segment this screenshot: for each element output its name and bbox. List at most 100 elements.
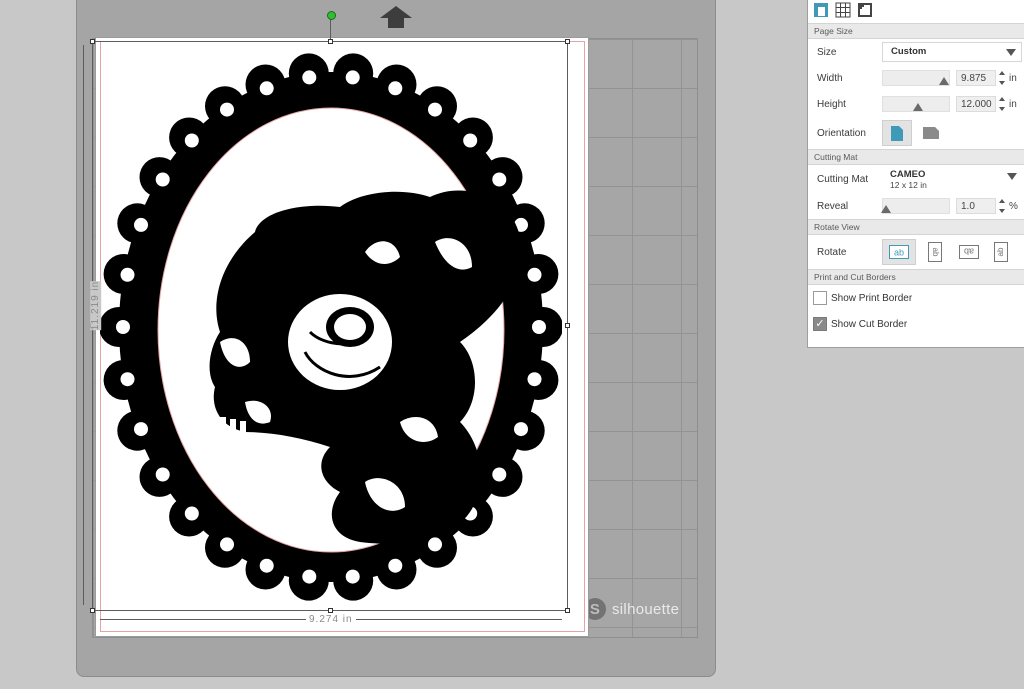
frame-scallop-hole — [220, 102, 234, 117]
width-row: Width 9.875 in — [808, 65, 1024, 91]
size-label: Size — [817, 46, 837, 58]
page-setup-panel: Page Size Size Custom Width 9.875 in Hei… — [807, 0, 1024, 348]
reveal-input[interactable]: 1.0 — [956, 198, 996, 214]
cutting-mat-label: Cutting Mat — [817, 173, 869, 185]
rose — [288, 294, 392, 390]
frame-scallop-hole — [184, 506, 199, 521]
width-dimension-label: 9.274 in — [306, 614, 356, 625]
show-cut-border-checkbox[interactable]: ✓ — [813, 317, 827, 331]
portrait-orientation-button[interactable] — [882, 120, 912, 146]
frame-scallop-hole — [184, 133, 199, 148]
landscape-orientation-button[interactable] — [916, 120, 946, 146]
grid-tab[interactable] — [834, 1, 852, 19]
frame-scallop-hole — [220, 537, 234, 552]
show-cut-border-label[interactable]: Show Cut Border — [831, 319, 907, 330]
rotate-180-icon: ab — [959, 245, 979, 259]
frame-scallop-hole — [259, 81, 274, 96]
reveal-unit: % — [1009, 200, 1018, 212]
resize-handle-top[interactable] — [328, 39, 333, 44]
width-unit: in — [1009, 72, 1017, 84]
skull-cameo-artwork[interactable] — [100, 42, 562, 608]
mat-brand-text: silhouette — [612, 600, 680, 618]
landscape-page-icon — [923, 127, 939, 139]
frame-scallop-hole — [345, 569, 360, 584]
reveal-slider[interactable] — [881, 198, 950, 214]
show-print-border-checkbox[interactable] — [813, 291, 827, 305]
size-select[interactable]: Custom — [882, 42, 1022, 62]
frame-scallop-hole — [116, 320, 130, 334]
frame-scallop-hole — [492, 172, 507, 187]
svg-text:ab: ab — [996, 247, 1005, 256]
svg-text:ab: ab — [931, 248, 940, 257]
width-stepper[interactable] — [999, 71, 1006, 85]
cutting-mat-value: CAMEO — [890, 169, 926, 180]
frame-scallop-hole — [492, 467, 507, 482]
show-print-border-label[interactable]: Show Print Border — [831, 293, 912, 304]
height-row: Height 12.000 in — [808, 91, 1024, 117]
rotate-view-section-title: Rotate View — [808, 219, 1024, 235]
frame-scallop-hole — [155, 172, 170, 187]
height-slider-knob[interactable] — [913, 103, 923, 111]
rotate-90-button[interactable]: ab — [920, 239, 950, 265]
size-row: Size Custom — [808, 39, 1024, 65]
frame-scallop-hole — [428, 537, 442, 552]
portrait-page-icon — [891, 125, 903, 141]
frame-scallop-hole — [345, 70, 360, 85]
frame-scallop-hole — [428, 102, 442, 117]
frame-scallop-hole — [527, 372, 542, 387]
size-select-value: Custom — [891, 46, 927, 57]
registration-marks-icon — [858, 3, 872, 17]
rotate-270-icon: ab — [994, 242, 1008, 262]
frame-scallop-hole — [120, 372, 135, 387]
resize-handle-bottom-right[interactable] — [565, 608, 570, 613]
page-setup-tab[interactable] — [812, 1, 830, 19]
resize-handle-bottom-left[interactable] — [90, 608, 95, 613]
panel-tabs — [808, 0, 1024, 23]
chevron-down-icon — [1007, 173, 1017, 180]
orientation-row: Orientation — [808, 117, 1024, 149]
resize-handle-right[interactable] — [565, 323, 570, 328]
rotate-handle-stem — [330, 18, 331, 41]
height-input[interactable]: 12.000 — [956, 96, 996, 112]
frame-scallop-hole — [302, 569, 317, 584]
rotate-0-button[interactable]: ab — [882, 239, 916, 265]
rotate-label: Rotate — [817, 246, 847, 258]
rotate-row: Rotate ab ab ab ab — [808, 235, 1024, 269]
reveal-stepper[interactable] — [999, 199, 1006, 213]
width-label: Width — [817, 72, 843, 84]
frame-scallop-hole — [302, 70, 317, 85]
frame-scallop-hole — [463, 133, 478, 148]
reveal-label: Reveal — [817, 200, 849, 212]
width-slider-knob[interactable] — [939, 77, 949, 85]
rotate-0-icon: ab — [889, 245, 909, 259]
resize-handle-top-left[interactable] — [90, 39, 95, 44]
rotate-270-button[interactable]: ab — [986, 239, 1016, 265]
width-slider[interactable] — [882, 70, 950, 86]
rotate-90-icon: ab — [928, 242, 942, 262]
frame-scallop-hole — [514, 422, 528, 437]
height-dimension-line — [83, 45, 84, 605]
height-stepper[interactable] — [999, 97, 1006, 111]
page-size-section-title: Page Size — [808, 23, 1024, 39]
frame-scallop-hole — [134, 422, 148, 437]
resize-handle-bottom[interactable] — [328, 608, 333, 613]
height-dimension-label: 11.219 in — [90, 280, 102, 331]
orientation-label: Orientation — [817, 127, 866, 139]
rotate-handle[interactable] — [327, 11, 336, 20]
rotate-180-button[interactable]: ab — [954, 239, 984, 265]
reveal-slider-knob[interactable] — [881, 205, 891, 213]
show-cut-border-row: ✓ Show Cut Border — [808, 311, 1024, 337]
width-input[interactable]: 9.875 — [956, 70, 996, 86]
cutting-mat-section-title: Cutting Mat — [808, 149, 1024, 165]
frame-scallop-hole — [527, 267, 542, 282]
height-slider[interactable] — [882, 96, 950, 112]
frame-scallop-hole — [532, 320, 546, 334]
mat-brand: S silhouette — [584, 598, 679, 620]
resize-handle-top-right[interactable] — [565, 39, 570, 44]
frame-scallop-hole — [120, 267, 135, 282]
cutting-mat-select[interactable]: CAMEO 12 x 12 in — [882, 167, 1022, 191]
registration-marks-tab[interactable] — [856, 1, 874, 19]
svg-text:ab: ab — [894, 248, 904, 258]
cutting-mat-row: Cutting Mat CAMEO 12 x 12 in — [808, 165, 1024, 193]
show-print-border-row: Show Print Border — [808, 285, 1024, 311]
